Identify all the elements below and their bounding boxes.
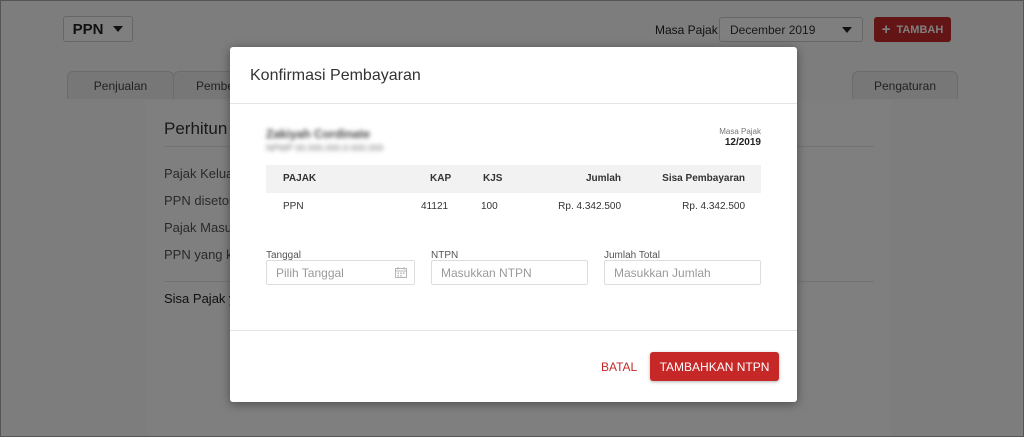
tanggal-datepicker[interactable]: Pilih Tanggal xyxy=(266,260,415,285)
cell-pajak: PPN xyxy=(283,201,304,212)
jumlah-total-input[interactable]: Masukkan Jumlah xyxy=(604,260,761,285)
calendar-icon xyxy=(395,267,407,278)
ntpn-input[interactable]: Masukkan NTPN xyxy=(431,260,588,285)
col-kjs: KJS xyxy=(483,173,503,184)
cell-kap: 41121 xyxy=(421,201,449,212)
company-info: Zakiyah Cordinate NPWP 00.000.000.0-000.… xyxy=(266,127,383,153)
tanggal-placeholder: Pilih Tanggal xyxy=(276,265,344,280)
col-sisa-pembayaran: Sisa Pembayaran xyxy=(662,173,745,184)
modal-footer-divider xyxy=(230,330,797,331)
cell-kjs: 100 xyxy=(481,201,498,212)
company-name: Zakiyah Cordinate xyxy=(266,127,371,141)
app-window: PPN Masa Pajak December 2019 + TAMBAH Pe… xyxy=(0,0,1024,437)
table-row: PPN 41121 100 Rp. 4.342.500 Rp. 4.342.50… xyxy=(266,193,761,221)
table-header: PAJAK KAP KJS Jumlah Sisa Pembayaran xyxy=(266,165,761,193)
col-jumlah: Jumlah xyxy=(585,173,621,184)
tambahkan-ntpn-button[interactable]: TAMBAHKAN NTPN xyxy=(650,352,779,381)
col-pajak: PAJAK xyxy=(283,173,317,184)
jumlah-placeholder: Masukkan Jumlah xyxy=(614,265,711,280)
masa-pajak-value: 12/2019 xyxy=(724,137,761,148)
col-kap: KAP xyxy=(430,173,452,184)
modal-header-divider xyxy=(230,103,797,104)
company-npwp: NPWP 00.000.000.0-000.000 xyxy=(266,143,384,153)
cell-sisa: Rp. 4.342.500 xyxy=(682,201,745,212)
masa-pajak-small-label: Masa Pajak xyxy=(719,127,761,136)
modal-title: Konfirmasi Pembayaran xyxy=(250,67,421,84)
ntpn-placeholder: Masukkan NTPN xyxy=(441,265,532,280)
tambahkan-ntpn-label: TAMBAHKAN NTPN xyxy=(659,359,770,374)
payment-table: PAJAK KAP KJS Jumlah Sisa Pembayaran PPN… xyxy=(266,165,761,221)
payment-confirmation-modal: Konfirmasi Pembayaran Zakiyah Cordinate … xyxy=(230,47,797,402)
masa-pajak-info: Masa Pajak 12/2019 xyxy=(719,127,761,148)
cell-jumlah: Rp. 4.342.500 xyxy=(558,201,621,212)
batal-button[interactable]: BATAL xyxy=(601,360,637,374)
